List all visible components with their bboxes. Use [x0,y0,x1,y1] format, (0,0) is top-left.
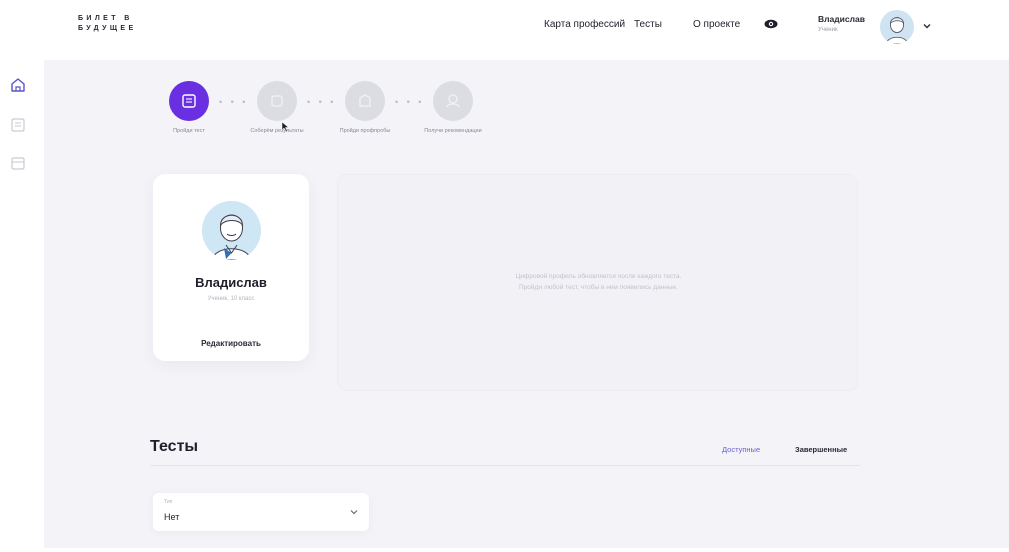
nav-link-about[interactable]: О проекте [693,19,740,30]
step-label: Получи рекомендации [424,128,482,134]
header-user-name: Владислав [818,14,865,24]
empty-state-line: Цифровой профиль обновляется после каждо… [515,273,682,280]
empty-state-text: Цифровой профиль обновляется после каждо… [338,271,859,293]
test-type-select[interactable]: Тип Нет [153,493,369,531]
profile-name: Владислав [195,275,267,290]
user-avatar-icon [880,10,914,44]
step-label: Пройди профпробы [339,128,391,134]
logo[interactable]: БИЛЕТ В БУДУЩЕЕ [78,14,137,34]
nav-link-tests[interactable]: Тесты [634,19,662,30]
step-collect-results[interactable] [257,81,297,121]
results-icon [271,95,283,107]
digital-profile-panel: Цифровой профиль обновляется после каждо… [337,174,858,391]
avatar[interactable] [880,10,914,44]
profile-subtitle: Ученик, 10 класс [207,296,255,302]
calendar-icon[interactable] [9,154,27,172]
step-trials[interactable] [345,81,385,121]
select-label: Тип [164,499,173,505]
eye-icon[interactable] [764,19,778,29]
avatar [202,201,261,260]
document-icon[interactable] [9,116,27,134]
tab-completed[interactable]: Завершенные [795,445,847,454]
step-label: Пройди тест [173,128,205,134]
step-take-test[interactable] [169,81,209,121]
trials-icon [359,94,371,107]
profile-card: Владислав Ученик, 10 класс Редактировать [153,174,309,361]
empty-state-line: Пройди любой тест, чтобы в нем появились… [519,284,678,291]
recommendations-icon [446,94,460,108]
step-recommendations[interactable] [433,81,473,121]
nav-link-professions-map[interactable]: Карта профессий [544,19,625,30]
header-user-role: Ученик [818,27,838,33]
step-connector: • • • [395,97,425,107]
test-icon [182,94,196,108]
step-label: Соберём результаты [250,128,304,134]
tab-available[interactable]: Доступные [722,445,760,454]
sidebar [0,58,44,552]
user-avatar-icon [202,201,261,260]
chevron-down-icon [350,510,358,515]
logo-line-1: БИЛЕТ В [78,15,133,22]
logo-line-2: БУДУЩЕЕ [78,25,137,32]
edit-profile-button[interactable]: Редактировать [153,339,309,348]
step-connector: • • • [219,97,249,107]
tests-section-title: Тесты [150,438,199,455]
step-connector: • • • [307,97,337,107]
top-header: БИЛЕТ В БУДУЩЕЕ Карта профессий Тесты О … [0,0,1009,58]
chevron-down-icon[interactable] [923,22,931,30]
divider [150,465,860,466]
select-value: Нет [164,512,180,522]
home-icon[interactable] [9,76,27,94]
